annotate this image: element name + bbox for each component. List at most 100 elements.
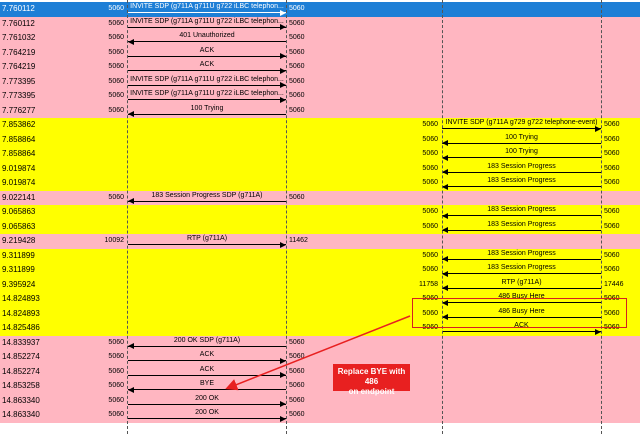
row-timestamp: 14.824893 (2, 294, 40, 303)
arrowhead-right-icon (280, 357, 286, 364)
arrowhead-left-icon (442, 270, 448, 277)
row-timestamp: 7.760112 (2, 18, 35, 28)
flow-row[interactable]: 9.022141 5060 5060 183 Session Progress SDP… (0, 190, 640, 205)
row-message-label: 183 Session Progress (487, 206, 556, 213)
row-left-port: 5060 (422, 121, 438, 128)
row-left-port: 5060 (108, 353, 124, 360)
flow-row[interactable]: 9.311899 5060 5060 183 Session Progress (0, 263, 640, 278)
row-left-port: 5060 (108, 396, 124, 404)
row-message-label: 100 Trying (505, 133, 538, 141)
row-left-port: 5060 (422, 208, 438, 215)
flow-row[interactable]: 9.019874 5060 5060 183 Session Progress (0, 176, 640, 191)
row-timestamp: 7.761032 (2, 33, 36, 42)
row-timestamp: 9.311899 (2, 250, 35, 260)
row-timestamp: 14.852274 (2, 366, 40, 376)
row-left-port: 5060 (108, 77, 124, 85)
row-right-port: 5060 (604, 164, 620, 172)
flow-row[interactable]: 14.852274 5060 5060 ACK (0, 364, 640, 379)
flow-row[interactable]: 7.776277 5060 5060 100 Trying (0, 103, 640, 118)
message-arrow (128, 418, 286, 419)
flow-row[interactable]: 9.019874 5060 5060 183 Session Progress (0, 161, 640, 176)
flow-row[interactable]: 14.833937 5060 5060 200 OK SDP (g711A) (0, 335, 640, 350)
row-right-port: 5060 (289, 396, 305, 404)
flow-row[interactable]: 7.760112 5060 5060 INVITE SDP (g711A g711U … (0, 16, 640, 31)
arrowhead-right-icon (280, 53, 286, 59)
flow-row[interactable]: 9.219428 10092 11462 RTP (g711A) (0, 234, 640, 249)
row-message-label: ACK (199, 61, 215, 68)
flow-row[interactable]: 7.853862 5060 5060 INVITE SDP (g711A g729 g… (0, 118, 640, 133)
row-right-port: 5060 (604, 135, 620, 143)
row-left-port: 5060 (422, 150, 438, 157)
row-left-port: 5060 (422, 179, 438, 186)
row-message-label: ACK (199, 46, 215, 54)
row-timestamp: 9.019874 (2, 178, 36, 187)
flow-row[interactable]: 7.760112 5060 5060 INVITE SDP (g711A g711U … (0, 2, 640, 17)
row-right-port: 5060 (604, 179, 620, 186)
row-right-port: 5060 (289, 48, 305, 56)
arrowhead-right-icon (280, 401, 286, 407)
message-arrow (128, 70, 286, 71)
row-right-port: 5060 (289, 193, 305, 201)
flow-row[interactable]: 14.853258 5060 5060 BYE (0, 379, 640, 394)
row-left-port: 5060 (108, 367, 124, 375)
row-right-port: 5060 (289, 338, 305, 346)
flow-row[interactable]: 9.311899 5060 5060 183 Session Progress (0, 248, 640, 263)
row-timestamp: 14.853258 (2, 381, 40, 390)
message-arrow (442, 331, 601, 332)
row-timestamp: 14.833937 (2, 337, 40, 347)
row-message-label: RTP (g711A) (186, 235, 228, 242)
message-arrow (442, 273, 601, 274)
row-message-label: 100 Trying (190, 104, 224, 112)
row-timestamp: 7.773395 (2, 91, 36, 100)
flow-row[interactable]: 7.764219 5060 5060 ACK (0, 45, 640, 60)
arrowhead-left-icon (128, 198, 134, 204)
arrowhead-right-icon (280, 372, 286, 378)
row-timestamp: 9.065863 (2, 221, 36, 231)
row-left-port: 5060 (108, 193, 124, 201)
arrowhead-right-icon (280, 96, 286, 103)
row-message-label: INVITE SDP (g711A g729 g722 telephone-ev… (445, 119, 598, 126)
message-arrow (128, 244, 286, 245)
row-left-port: 5060 (108, 106, 124, 114)
flow-row[interactable]: 9.395924 11758 17446 RTP (g711A) (0, 277, 640, 292)
flow-row[interactable]: 14.852274 5060 5060 ACK (0, 350, 640, 365)
row-timestamp: 14.852274 (2, 352, 40, 361)
row-right-port: 17446 (604, 280, 624, 288)
flow-row[interactable]: 7.858864 5060 5060 100 Trying (0, 132, 640, 147)
row-left-port: 5060 (108, 5, 124, 12)
flow-row[interactable]: 7.773395 5060 5060 INVITE SDP (g711A g711U … (0, 74, 640, 89)
row-message-label: 200 OK (195, 409, 219, 416)
row-message-label: 183 Session Progress (487, 249, 556, 257)
message-arrow (442, 229, 601, 231)
highlight-486-box (412, 298, 627, 328)
row-message-label: 183 Session Progress (487, 220, 556, 228)
row-message-label: 183 Session Progress (487, 162, 556, 170)
row-right-port: 11462 (289, 237, 308, 244)
flow-row[interactable]: 7.764219 5060 5060 ACK (0, 60, 640, 75)
flow-row[interactable]: 9.065863 5060 5060 183 Session Progress (0, 205, 640, 220)
row-message-label: 200 OK SDP (g711A) (173, 336, 241, 344)
flow-row[interactable]: 9.065863 5060 5060 183 Session Progress (0, 219, 640, 234)
arrowhead-right-icon (280, 415, 286, 422)
row-right-port: 5060 (289, 367, 305, 375)
row-message-label: 183 Session Progress SDP (g711A) (151, 191, 263, 199)
arrowhead-right-icon (280, 9, 286, 16)
flow-row[interactable]: 7.761032 5060 5060 401 Unauthorized (0, 31, 640, 46)
message-arrow (128, 403, 286, 405)
row-timestamp: 14.825486 (2, 323, 40, 332)
flow-row[interactable]: 14.863340 5060 5060 200 OK (0, 408, 640, 423)
row-message-label: INVITE SDP (g711A g711U g722 iLBC teleph… (130, 75, 284, 83)
row-timestamp: 9.395924 (2, 279, 36, 289)
row-message-label: INVITE SDP (g711A g711U g722 iLBC teleph… (130, 17, 284, 25)
flow-row[interactable]: 7.858864 5060 5060 100 Trying (0, 147, 640, 162)
row-timestamp: 7.858864 (2, 134, 36, 144)
flow-row[interactable]: 14.863340 5060 5060 200 OK (0, 393, 640, 408)
row-timestamp: 9.022141 (2, 192, 36, 202)
row-timestamp: 9.219428 (2, 236, 36, 245)
flow-row[interactable]: 7.773395 5060 5060 INVITE SDP (g711A g711U … (0, 89, 640, 104)
arrowhead-left-icon (128, 38, 134, 45)
arrowhead-left-icon (442, 154, 448, 161)
arrowhead-right-icon (595, 125, 601, 132)
message-arrow (442, 171, 601, 173)
arrowhead-left-icon (128, 111, 134, 117)
